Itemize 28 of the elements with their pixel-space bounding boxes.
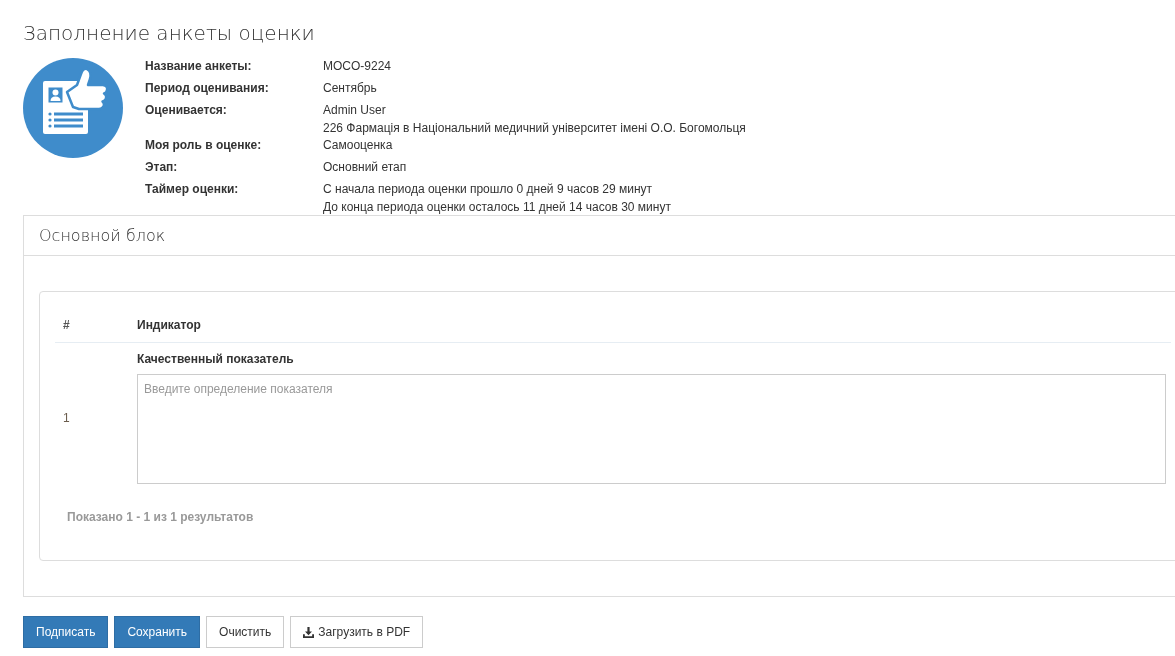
field-value: Основний етап (323, 159, 407, 176)
field-value: Сентябрь (323, 80, 377, 97)
save-button[interactable]: Сохранить (114, 616, 201, 648)
field-value: Admin User (323, 102, 386, 119)
field-value: Самооценка (323, 137, 393, 154)
results-summary: Показано 1 - 1 из 1 результатов (67, 509, 254, 526)
profile-card-thumbs-up-icon (23, 58, 123, 158)
field-value: С начала периода оценки прошло 0 дней 9 часов 29 минут (323, 181, 653, 198)
number-column-header: # (63, 317, 70, 332)
sign-button[interactable]: Подписать (23, 616, 109, 648)
field-value: MOCO-9224 (323, 58, 392, 75)
pdf-download-button[interactable]: Загрузить в PDF (290, 616, 424, 648)
panel-title: Основной блок (39, 226, 166, 245)
field-label: Этап: (145, 160, 178, 174)
field-value: До конца периода оценки осталось 11 дней 14 часов 30 минут (323, 198, 671, 216)
field-label: Период оценивания: (145, 81, 269, 95)
field-label: Название анкеты: (145, 59, 252, 73)
indicator-label: Качественный показатель (137, 351, 294, 368)
row-number: 1 (63, 410, 70, 425)
field-label: Таймер оценки: (145, 182, 239, 196)
definition-field[interactable]: Введите определение показателя (137, 374, 1166, 484)
field-value: 226 Фармація в Національний медичний університет імені О.О. Богомольця (323, 119, 746, 137)
field-label: Моя роль в оценке: (145, 138, 262, 152)
field-label: Оценивается: (145, 103, 227, 117)
clear-button[interactable]: Очистить (206, 616, 285, 648)
download-icon (303, 626, 315, 638)
page-title: Заполнение анкеты оценки (23, 20, 315, 45)
indicator-column-header: Индикатор (137, 317, 201, 332)
